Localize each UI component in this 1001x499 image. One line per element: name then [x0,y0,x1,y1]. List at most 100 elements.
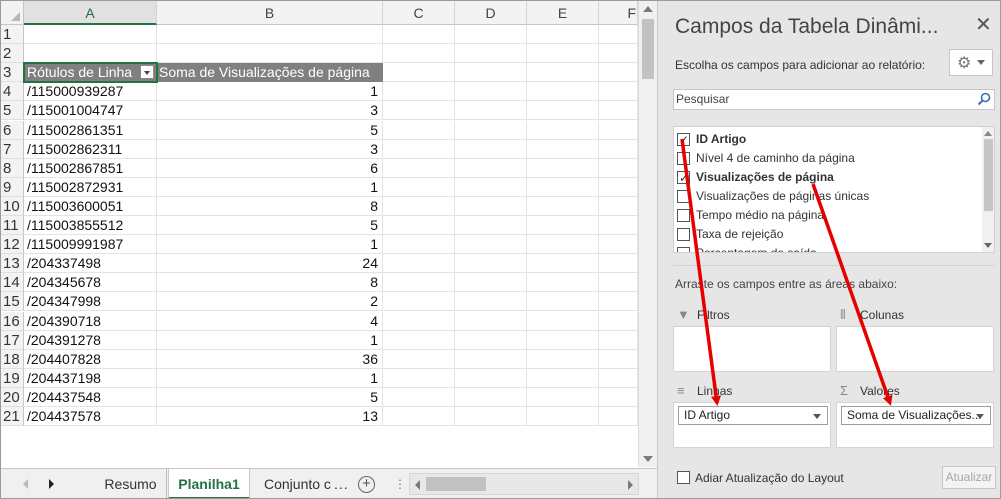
empty-cell[interactable] [455,25,527,44]
search-input[interactable]: Pesquisar [673,89,995,110]
field-checkbox[interactable] [677,131,690,150]
column-header-c[interactable]: C [383,1,455,25]
cell-b[interactable]: 8 [157,197,383,216]
empty-cell[interactable] [455,101,527,120]
scroll-down-arrow-icon[interactable] [984,243,992,248]
filter-dropdown-icon[interactable] [140,65,154,79]
horizontal-scroll-thumb[interactable] [426,477,486,491]
filters-drop-zone[interactable] [673,326,831,372]
cell-b[interactable]: 5 [157,388,383,407]
tab-splitter-handle[interactable]: ⋮ [394,469,406,498]
cell-a[interactable]: /204337498 [24,254,157,273]
row-header[interactable]: 8 [1,159,24,178]
empty-cell[interactable] [455,331,527,350]
empty-cell[interactable] [527,350,599,369]
empty-cell[interactable] [599,369,638,388]
more-sheets-ellipsis[interactable]: ... [334,469,349,498]
empty-cell[interactable] [527,121,599,140]
empty-cell[interactable] [527,273,599,292]
empty-cell[interactable] [599,254,638,273]
values-drop-zone[interactable]: Soma de Visualizações... [836,402,994,448]
cell-b[interactable]: 3 [157,140,383,159]
empty-cell[interactable] [455,159,527,178]
cell-a[interactable]: /115001004747 [24,101,157,120]
row-header[interactable]: 7 [1,140,24,159]
field-checkbox[interactable] [677,209,690,222]
search-icon[interactable] [977,92,991,106]
empty-cell[interactable] [383,63,455,82]
rows-field-id-artigo[interactable]: ID Artigo [678,406,828,425]
cell-b[interactable]: 6 [157,159,383,178]
empty-cell[interactable] [599,82,638,101]
empty-cell[interactable] [383,140,455,159]
empty-cell[interactable] [383,44,455,63]
empty-cell[interactable] [527,82,599,101]
row-header[interactable]: 3 [1,63,24,82]
field-list-scrollbar[interactable] [982,127,994,252]
empty-cell[interactable] [527,159,599,178]
empty-cell[interactable] [527,140,599,159]
cell-b[interactable]: 3 [157,101,383,120]
column-header-f[interactable]: F [599,1,638,25]
field-checkbox[interactable] [677,190,690,203]
empty-cell[interactable] [455,350,527,369]
pivot-row-labels-header[interactable]: Rótulos de Linha [23,62,158,83]
empty-cell[interactable] [527,25,599,44]
empty-cell[interactable] [599,388,638,407]
sheet-tab-planilha1[interactable]: Planilha1 [169,469,249,498]
cell-a[interactable]: /204345678 [24,273,157,292]
row-header[interactable]: 16 [1,312,24,331]
cell-b[interactable]: 4 [157,312,383,331]
empty-cell[interactable] [383,254,455,273]
empty-cell[interactable] [383,350,455,369]
empty-cell[interactable] [599,44,638,63]
row-header[interactable]: 9 [1,178,24,197]
field-checkbox[interactable] [677,228,690,241]
vertical-scroll-thumb[interactable] [642,19,654,79]
empty-cell[interactable] [455,235,527,254]
next-sheet-arrow-icon[interactable] [49,479,54,489]
values-field-soma-visualizacoes[interactable]: Soma de Visualizações... [841,406,991,425]
empty-cell[interactable] [527,216,599,235]
empty-cell[interactable] [599,273,638,292]
empty-cell[interactable] [599,331,638,350]
empty-cell[interactable] [527,44,599,63]
cell-a[interactable]: /115009991987 [24,235,157,254]
cell-a[interactable]: /115000939287 [24,82,157,101]
column-header-d[interactable]: D [455,1,527,25]
empty-cell[interactable] [455,140,527,159]
empty-cell[interactable] [383,331,455,350]
empty-cell[interactable] [455,254,527,273]
prev-sheet-arrow-icon[interactable] [23,479,28,489]
row-header[interactable]: 15 [1,292,24,311]
empty-cell[interactable] [527,388,599,407]
empty-cell[interactable] [599,292,638,311]
empty-cell[interactable] [527,63,599,82]
cell-b[interactable]: 8 [157,273,383,292]
row-header[interactable]: 5 [1,101,24,120]
sheet-tab-conjunto[interactable]: Conjunto c [253,469,333,498]
cell-a[interactable]: /115002861351 [24,121,157,140]
row-header[interactable]: 1 [1,25,24,44]
row-header[interactable]: 14 [1,273,24,292]
sheet-tab-resumo[interactable]: Resumo [95,469,167,498]
chevron-down-icon[interactable] [813,414,821,419]
cell-a[interactable]: /204437198 [24,369,157,388]
empty-cell[interactable] [455,82,527,101]
empty-cell[interactable] [599,312,638,331]
field-checkbox[interactable] [677,169,690,188]
tools-button[interactable]: ⚙ [949,49,993,76]
row-header[interactable]: 17 [1,331,24,350]
field-checkbox[interactable] [677,152,690,165]
pivot-values-header[interactable]: Soma de Visualizações de página [157,63,383,82]
column-header-a[interactable]: A [24,1,157,25]
cell-a[interactable]: /204437578 [24,407,157,426]
cell-b[interactable]: 36 [157,350,383,369]
row-header[interactable]: 19 [1,369,24,388]
row-header[interactable]: 2 [1,44,24,63]
empty-cell[interactable] [599,121,638,140]
row-header[interactable]: 12 [1,235,24,254]
empty-cell[interactable] [599,159,638,178]
empty-cell[interactable] [383,273,455,292]
cell-a[interactable]: /115002862311 [24,140,157,159]
